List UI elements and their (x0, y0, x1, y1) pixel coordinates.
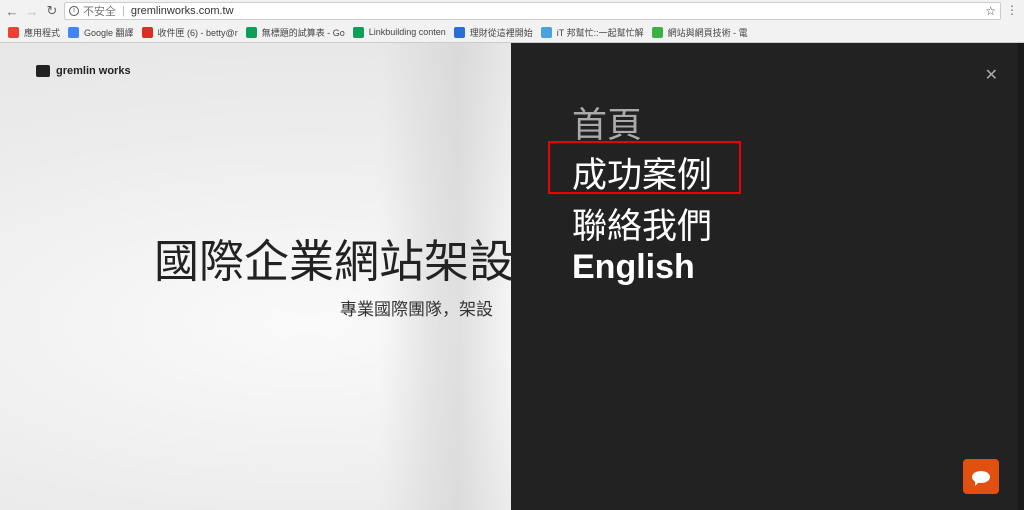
bookmark-item[interactable]: Google 翻譯 (68, 26, 134, 39)
hero-subtitle: 專業國際團隊，架設 (340, 300, 493, 320)
reload-icon[interactable]: ↻ (44, 3, 60, 19)
forward-icon[interactable]: → (24, 4, 40, 19)
bookmark-item[interactable]: 收件匣 (6) - betty@r (141, 26, 238, 39)
bookmark-label: 收件匣 (6) - betty@r (157, 27, 238, 38)
site-logo[interactable]: gremlin works (36, 65, 131, 77)
web-page: gremlin works 國際企業網站架設 專業國際團隊，架設 ✕ 首頁 成功… (0, 43, 1024, 510)
bookmark-label: Google 翻譯 (84, 27, 134, 38)
chat-button[interactable] (963, 459, 999, 494)
site-icon (651, 26, 663, 38)
gmail-icon (141, 26, 153, 38)
bookmark-item[interactable]: 理財從這裡開始 (453, 26, 533, 39)
logo-text: gremlin works (56, 65, 131, 77)
sheets-icon (352, 26, 364, 38)
scrollbar[interactable] (1018, 43, 1024, 510)
back-icon[interactable]: ← (4, 4, 20, 19)
close-icon[interactable]: ✕ (985, 65, 998, 85)
menu-item-contact[interactable]: 聯絡我們 (572, 198, 712, 249)
browser-toolbar: ← → ↻ i 不安全 | gremlinworks.com.tw ☆ ⋮ (0, 0, 1024, 22)
insecure-label: 不安全 (83, 6, 116, 18)
bookmark-label: 無標題的試算表 - Go (261, 27, 345, 38)
google-translate-icon (68, 26, 80, 38)
apps-grid-icon (8, 26, 19, 38)
bookmark-item[interactable]: iT 邦幫忙::一起幫忙解 (540, 26, 644, 39)
sheets-icon (245, 26, 257, 38)
bookmark-item[interactable]: 網站與網頁技術 - 電 (651, 26, 748, 39)
menu-item-english[interactable]: English (572, 248, 695, 287)
chat-bubble-icon (972, 470, 990, 486)
hero-title: 國際企業網站架設 (154, 235, 515, 288)
bookmarks-bar: 應用程式 Google 翻譯 收件匣 (6) - betty@r 無標題的試算表 - … (0, 22, 1024, 43)
bookmark-label: iT 邦幫忙::一起幫忙解 (556, 27, 644, 38)
bookmark-label: 理財從這裡開始 (469, 27, 533, 38)
info-icon[interactable]: i (69, 6, 79, 16)
menu-item-cases[interactable]: 成功案例 (572, 147, 712, 198)
bookmark-star-icon[interactable]: ☆ (985, 4, 996, 18)
bookmark-label: 應用程式 (24, 27, 61, 38)
cube-logo-icon (36, 65, 50, 77)
bookmark-item[interactable]: 無標題的試算表 - Go (245, 26, 345, 39)
ithome-icon (540, 26, 552, 38)
browser-menu-icon[interactable]: ⋮ (1006, 3, 1018, 17)
divider: | (122, 5, 125, 17)
url-text[interactable]: gremlinworks.com.tw (131, 5, 234, 17)
bookmark-label: 網站與網頁技術 - 電 (667, 27, 748, 38)
bookmark-label: Linkbuilding conten (368, 27, 446, 37)
bookmark-item[interactable]: 應用程式 (8, 26, 60, 39)
address-bar[interactable]: i 不安全 | gremlinworks.com.tw ☆ (64, 2, 1001, 20)
nav-menu-overlay: ✕ 首頁 成功案例 聯絡我們 English (511, 43, 1018, 510)
edit-icon (453, 26, 465, 38)
bookmark-item[interactable]: Linkbuilding conten (352, 26, 446, 38)
